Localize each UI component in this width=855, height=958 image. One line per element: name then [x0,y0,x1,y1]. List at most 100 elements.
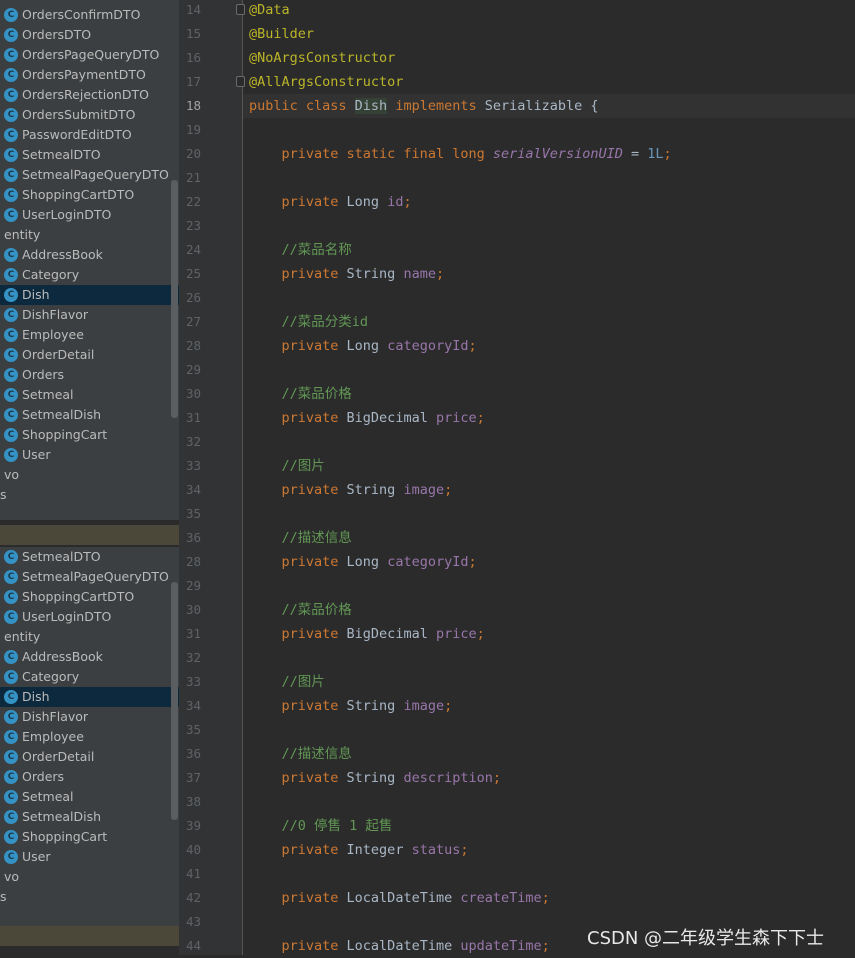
tree-item-class[interactable]: C Employee [0,727,179,747]
code-token-kw: private [281,194,347,210]
tree-item-package[interactable]: vo [0,465,179,485]
tree-item-package[interactable]: vo [0,867,179,887]
code-token-punc: ; [444,698,453,714]
code-token-field: id [387,194,404,210]
tree-item-class[interactable]: C OrdersRejectionDTO [0,85,179,105]
code-line[interactable]: //菜品价格 [249,382,352,406]
tree-item-class[interactable]: C Orders [0,365,179,385]
tree-item-class[interactable]: C OrdersConfirmDTO [0,5,179,25]
tree-item[interactable]: s [0,485,179,505]
code-line[interactable]: private Integer status; [249,838,469,862]
tree-item-label: OrdersConfirmDTO [22,7,141,22]
tree-item-class[interactable]: C Employee [0,325,179,345]
code-line[interactable]: private LocalDateTime createTime; [249,886,550,910]
tree-item-package[interactable]: entity [0,627,179,647]
tree-item-class[interactable]: C UserLoginDTO [0,205,179,225]
tree-item[interactable]: s [0,887,179,907]
tree-item-class[interactable]: C UserLoginDTO [0,607,179,627]
project-tree-top[interactable]: C OrdersConfirmDTO C OrdersDTO C OrdersPageQu… [0,0,179,520]
fold-marker-icon[interactable] [236,4,245,15]
tree-item-class[interactable]: C OrdersPaymentDTO [0,65,179,85]
code-line[interactable]: //0 停售 1 起售 [249,814,393,838]
tree-item-class[interactable]: C AddressBook [0,647,179,667]
tree-item-class[interactable]: C Dish [0,285,179,305]
tree-item-class[interactable]: C User [0,847,179,867]
code-token-ann: @AllArgsConstructor [249,74,404,90]
tree-item-class[interactable]: C DishFlavor [0,305,179,325]
code-line[interactable]: private LocalDateTime updateTime; [249,934,550,958]
tree-item-class[interactable]: C Setmeal [0,385,179,405]
java-class-icon: C [4,770,18,784]
tree-item-class[interactable]: C OrderDetail [0,345,179,365]
java-class-icon: C [4,590,18,604]
code-line[interactable]: private String description; [249,766,501,790]
java-class-icon: C [4,368,18,382]
code-line[interactable]: private BigDecimal price; [249,622,485,646]
code-token-comment: //描述信息 [281,746,352,762]
code-line[interactable]: @AllArgsConstructor [249,70,403,94]
tree-item-class[interactable]: C PasswordEditDTO [0,125,179,145]
code-token-type [249,242,282,258]
code-token-type [249,602,282,618]
tree-item-class[interactable]: C SetmealPageQueryDTO [0,165,179,185]
tree-item-class[interactable]: C Setmeal [0,787,179,807]
tree-item-label: SetmealDish [22,407,102,422]
code-line[interactable]: //图片 [249,454,325,478]
code-line[interactable]: //描述信息 [249,526,352,550]
watermark: CSDN @二年级学生森下下士 [587,928,825,949]
code-line[interactable]: public class Dish implements Serializabl… [249,94,599,118]
code-line[interactable]: @Builder [249,22,314,46]
tree-item-class[interactable]: C ShoppingCart [0,827,179,847]
code-line[interactable]: private BigDecimal price; [249,406,485,430]
code-line[interactable]: private String image; [249,478,453,502]
line-number: 19 [185,122,201,137]
line-number: 30 [185,602,201,617]
tree-item-class[interactable]: C SetmealDTO [0,145,179,165]
tree-item-class[interactable]: C SetmealDish [0,405,179,425]
code-line[interactable]: private String name; [249,262,445,286]
tree-item-class[interactable]: C ShoppingCartDTO [0,185,179,205]
tree-item-class[interactable]: C OrdersSubmitDTO [0,105,179,125]
tree-item-class[interactable]: C User [0,445,179,465]
tree-item-class[interactable]: C SetmealDish [0,807,179,827]
project-tree-bottom[interactable]: C SetmealDTO C SetmealPageQueryDTO C Shopping… [0,547,179,928]
code-line[interactable]: private String image; [249,694,453,718]
tree-item-class[interactable]: C Orders [0,767,179,787]
line-number: 30 [185,386,201,401]
tree-item-label: Dish [22,287,50,302]
code-line[interactable]: //图片 [249,670,325,694]
code-line[interactable]: //菜品价格 [249,598,352,622]
tree-item-class[interactable]: C OrderDetail [0,747,179,767]
tree-item-class[interactable]: C Category [0,667,179,687]
code-line[interactable]: @Data [249,0,290,22]
code-line[interactable]: @NoArgsConstructor [249,46,395,70]
code-token-type: BigDecimal [346,626,436,642]
code-line[interactable]: private Long categoryId; [249,550,477,574]
code-line[interactable]: //菜品名称 [249,238,352,262]
code-token-punc: ; [403,194,412,210]
tree-scrollbar[interactable] [171,582,178,820]
code-token-ann: @NoArgsConstructor [249,50,396,66]
tree-item-class[interactable]: C OrdersPageQueryDTO [0,45,179,65]
tree-item-class[interactable]: C SetmealDTO [0,547,179,567]
code-line[interactable]: //描述信息 [249,742,352,766]
line-number: 20 [185,146,201,161]
java-class-icon: C [4,850,18,864]
tree-item-class[interactable]: C ShoppingCart [0,425,179,445]
code-token-type: String [346,698,404,714]
tree-item-class[interactable]: C DishFlavor [0,707,179,727]
code-line[interactable]: //菜品分类id [249,310,369,334]
code-line[interactable]: private Long categoryId; [249,334,477,358]
code-line[interactable]: private static final long serialVersionU… [249,142,672,166]
tree-item-package[interactable]: entity [0,225,179,245]
java-class-icon: C [4,670,18,684]
tree-item-class[interactable]: C Category [0,265,179,285]
tree-item-class[interactable]: C OrdersDTO [0,25,179,45]
fold-marker-icon[interactable] [236,76,245,87]
tree-item-class[interactable]: C ShoppingCartDTO [0,587,179,607]
code-line[interactable]: private Long id; [249,190,412,214]
tree-item-class[interactable]: C Dish [0,687,179,707]
tree-item-class[interactable]: C SetmealPageQueryDTO [0,567,179,587]
tree-item-class[interactable]: C AddressBook [0,245,179,265]
tree-scrollbar[interactable] [171,180,178,418]
